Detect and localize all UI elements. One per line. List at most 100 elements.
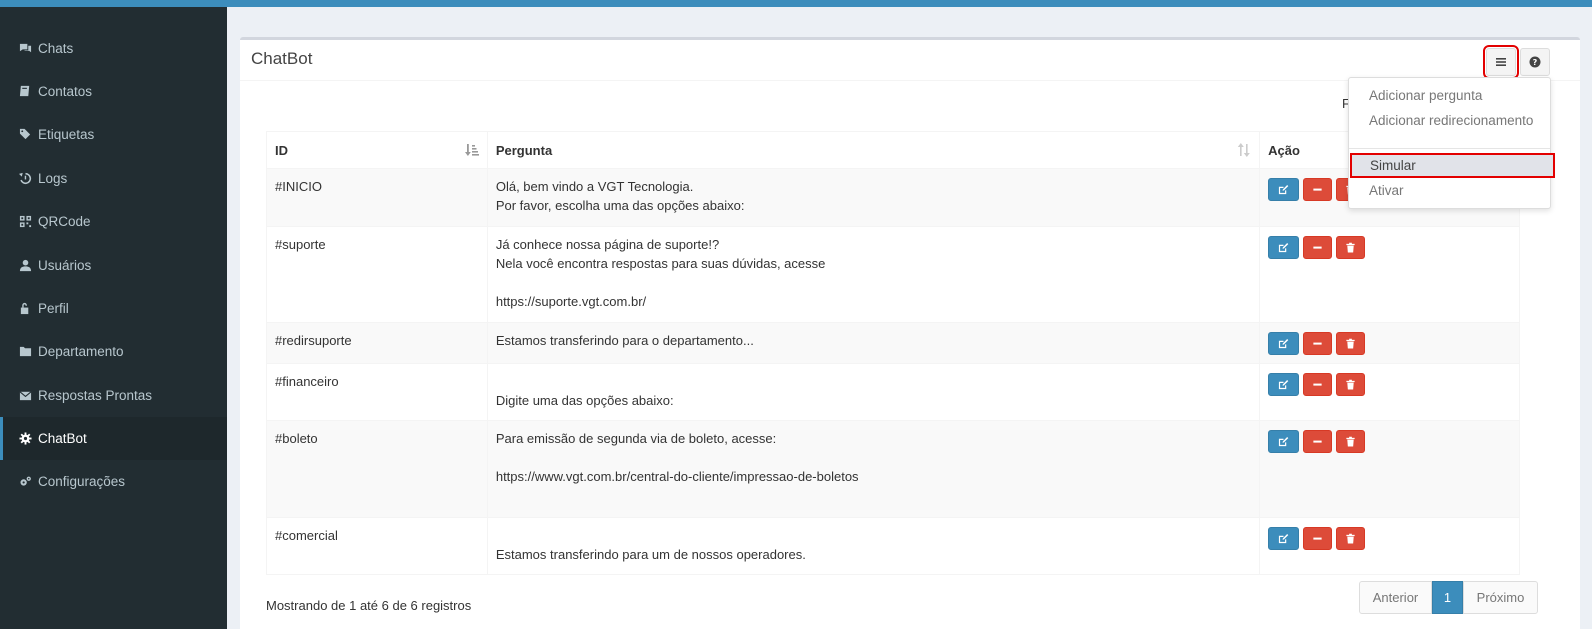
column-header-pergunta-label: Pergunta — [495, 142, 553, 158]
edit-button[interactable] — [1268, 373, 1300, 396]
qrcode-icon — [18, 215, 32, 228]
svg-text:?: ? — [1533, 58, 1538, 67]
table-info: Mostrando de 1 até 6 de 6 registros — [266, 598, 472, 613]
delete-button[interactable] — [1336, 236, 1366, 259]
question-circle-icon: ? — [1529, 56, 1541, 68]
row-question: Estamos transferindo para o departamento… — [486, 322, 1261, 364]
edit-button[interactable] — [1268, 527, 1300, 550]
sidebar-item-label: Usuários — [38, 258, 92, 273]
top-navbar — [0, 0, 1592, 7]
sidebar-item-departamento[interactable]: Departamento — [0, 330, 227, 373]
sidebar-item-label: Contatos — [38, 84, 93, 99]
disable-button[interactable] — [1303, 527, 1333, 550]
help-button[interactable]: ? — [1520, 48, 1550, 76]
sidebar-item-contatos[interactable]: Contatos — [0, 70, 227, 113]
question-text-line: Já conhece nossa página de suporte!? — [495, 237, 720, 252]
row-id: #financeiro — [266, 363, 488, 421]
question-text-line: Digite uma das opções abaixo: — [495, 393, 674, 408]
row-actions — [1259, 322, 1520, 364]
edit-button[interactable] — [1268, 236, 1300, 259]
delete-button[interactable] — [1336, 373, 1366, 396]
disable-button[interactable] — [1303, 178, 1333, 201]
cogs-icon — [18, 475, 32, 488]
question-text-line: Para emissão de segunda via de boleto, a… — [495, 431, 777, 446]
edit-button[interactable] — [1268, 178, 1300, 201]
sidebar-item-respostas-prontas[interactable]: Respostas Prontas — [0, 374, 227, 417]
menu-item-adicionar-pergunta[interactable]: Adicionar pergunta — [1349, 83, 1550, 108]
row-question: Estamos transferindo para um de nossos o… — [486, 517, 1261, 575]
row-actions — [1259, 363, 1520, 421]
row-id: #INICIO — [266, 168, 488, 227]
sidebar-item-chats[interactable]: Chats — [0, 27, 227, 70]
edit-icon — [1279, 534, 1289, 544]
menu-item-ativar[interactable]: Ativar — [1349, 178, 1550, 203]
sidebar-item-chatbot[interactable]: ChatBot — [0, 417, 227, 460]
disable-button[interactable] — [1303, 373, 1333, 396]
menu-button[interactable] — [1483, 45, 1519, 79]
disable-button[interactable] — [1303, 236, 1333, 259]
sort-asc-icon — [464, 144, 479, 156]
menu-item-adicionar-redirecionamento[interactable]: Adicionar redirecionamento — [1349, 108, 1550, 133]
minus-icon — [1313, 537, 1322, 540]
sidebar-item-perfil[interactable]: Perfil — [0, 287, 227, 330]
edit-icon — [1279, 243, 1289, 253]
delete-button[interactable] — [1336, 527, 1366, 550]
trash-icon — [1346, 379, 1355, 390]
edit-icon — [1279, 437, 1289, 447]
trash-icon — [1346, 338, 1355, 349]
pagination-next[interactable]: Próximo — [1463, 581, 1538, 614]
row-question: Digite uma das opções abaixo: — [486, 363, 1261, 421]
sidebar-item-logs[interactable]: Logs — [0, 157, 227, 200]
sidebar-item-label: Logs — [38, 171, 68, 186]
row-question: Para emissão de segunda via de boleto, a… — [486, 420, 1261, 518]
sidebar-item-label: Etiquetas — [38, 127, 95, 142]
cog-icon — [18, 432, 32, 445]
folder-icon — [18, 345, 32, 358]
edit-icon — [1279, 380, 1289, 390]
disable-button[interactable] — [1303, 332, 1333, 355]
table-row: #suporte Já conhece nossa página de supor… — [266, 226, 1520, 323]
minus-icon — [1313, 383, 1322, 386]
question-text-line — [496, 486, 1251, 505]
question-text-line: https://www.vgt.com.br/central-do-client… — [495, 469, 859, 484]
pagination-page-1[interactable]: 1 — [1432, 581, 1463, 614]
pagination-previous[interactable]: Anterior — [1359, 581, 1432, 614]
edit-icon — [1279, 185, 1289, 195]
tools-dropdown-menu: Adicionar pergunta Adicionar redirecionam… — [1348, 77, 1555, 209]
bars-icon — [1496, 58, 1506, 66]
question-text-line: Estamos transferindo para um de nossos o… — [495, 547, 806, 562]
menu-divider — [1349, 148, 1550, 149]
row-id: #suporte — [266, 226, 488, 323]
delete-button[interactable] — [1336, 332, 1366, 355]
disable-button[interactable] — [1303, 430, 1333, 453]
column-header-id[interactable]: ID — [266, 131, 488, 169]
row-actions — [1259, 226, 1520, 323]
sidebar-item-configurações[interactable]: Configurações — [0, 460, 227, 503]
comments-icon — [18, 42, 32, 55]
trash-icon — [1346, 436, 1355, 447]
trash-icon — [1346, 242, 1355, 253]
sort-icon — [1237, 143, 1250, 157]
delete-button[interactable] — [1336, 430, 1366, 453]
minus-icon — [1313, 440, 1322, 443]
sidebar-item-etiquetas[interactable]: Etiquetas — [0, 113, 227, 156]
menu-item-simular[interactable]: Simular — [1350, 153, 1555, 178]
envelope-icon — [18, 389, 32, 402]
table-row: #INICIO Olá, bem vindo a VGT Tecnologia. P… — [266, 168, 1520, 227]
sidebar-item-usuários[interactable]: Usuários — [0, 244, 227, 287]
tags-icon — [18, 128, 32, 141]
question-text-line: Olá, bem vindo a VGT Tecnologia. — [495, 179, 694, 194]
minus-icon — [1313, 342, 1322, 345]
sidebar-item-label: QRCode — [38, 214, 91, 229]
question-text-line: Nela você encontra respostas para suas d… — [495, 256, 826, 271]
column-header-pergunta[interactable]: Pergunta — [486, 131, 1261, 169]
row-id: #redirsuporte — [266, 322, 488, 364]
row-id: #comercial — [266, 517, 488, 575]
question-text-line: https://suporte.vgt.com.br/ — [495, 294, 647, 309]
pagination: Anterior 1 Próximo — [1359, 581, 1538, 614]
edit-button[interactable] — [1268, 430, 1300, 453]
sidebar-item-qrcode[interactable]: QRCode — [0, 200, 227, 243]
question-text-line — [496, 526, 1251, 545]
edit-button[interactable] — [1268, 332, 1300, 355]
question-text-line: Por favor, escolha uma das opções abaixo… — [495, 198, 745, 213]
